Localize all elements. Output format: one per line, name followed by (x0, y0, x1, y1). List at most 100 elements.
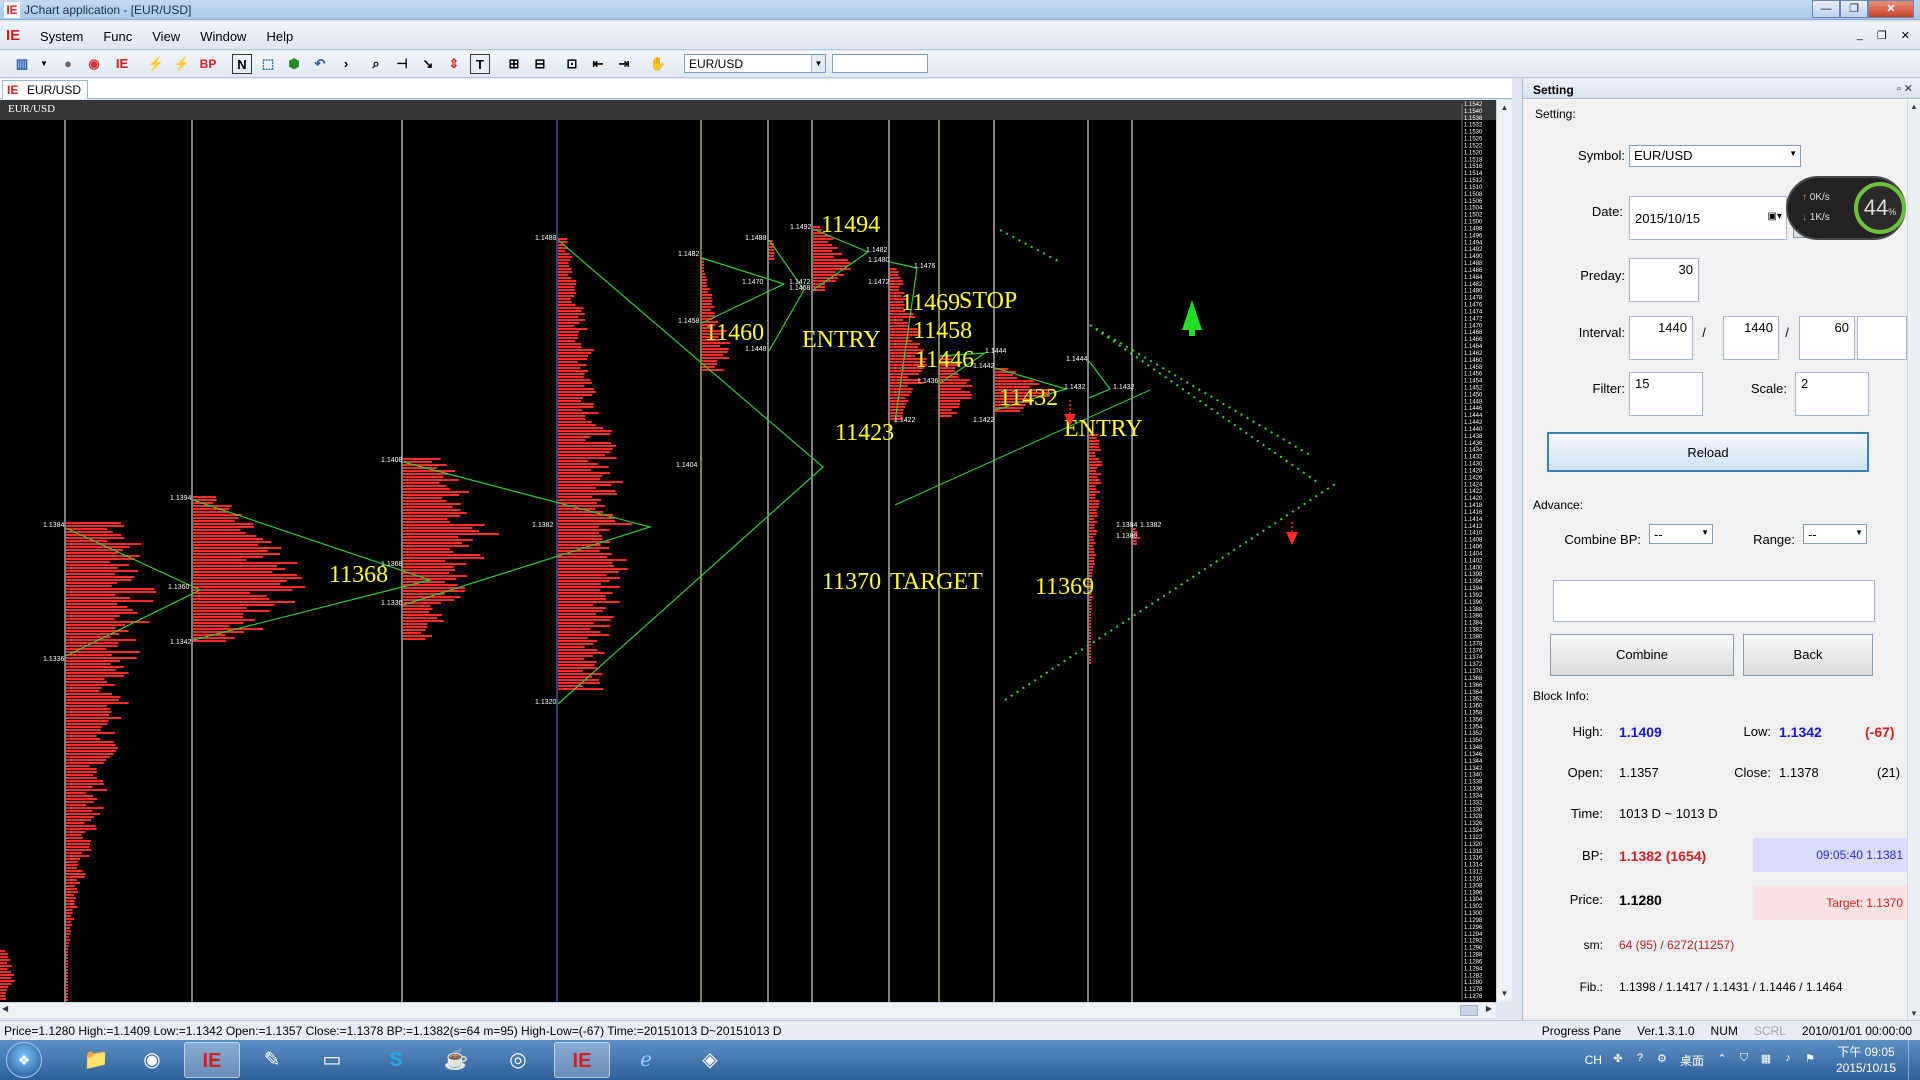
close-button[interactable]: ✕ (1868, 0, 1914, 18)
interval-field-1[interactable]: 1440 (1629, 316, 1693, 360)
chevron-down-icon[interactable]: ▼ (1789, 149, 1797, 158)
scroll-up-icon[interactable]: ▲ (1910, 102, 1918, 111)
interval-field-3[interactable]: 60 (1799, 316, 1855, 360)
menu-help[interactable]: Help (256, 29, 303, 44)
dropdown-arrow-icon[interactable]: ▼ (34, 54, 54, 74)
volume-icon[interactable]: ♪ (1780, 1052, 1796, 1068)
flag-icon[interactable]: ⚑ (1802, 1052, 1818, 1068)
hand-icon[interactable]: ✋ (648, 54, 668, 74)
hline-icon[interactable]: ⊣ (392, 54, 412, 74)
lightning-red-icon[interactable]: ⚡ (172, 54, 192, 74)
start-button[interactable]: ❖ (6, 1042, 42, 1078)
interval-field-2[interactable]: 1440 (1723, 316, 1779, 360)
select-icon[interactable]: ⬚ (258, 54, 278, 74)
cube-icon[interactable]: ⬢ (284, 54, 304, 74)
date-field[interactable]: 2015/10/15 ▣▾ (1629, 196, 1787, 240)
n-button[interactable]: N (232, 54, 252, 74)
menu-func[interactable]: Func (93, 29, 142, 44)
profile-bar (66, 789, 108, 791)
profile-bar (66, 939, 71, 941)
scroll-right-icon[interactable]: ⇥ (614, 54, 634, 74)
chevron-down-icon[interactable]: ▼ (811, 55, 825, 72)
toolbar-input[interactable] (832, 54, 928, 73)
app-logo-icon[interactable]: IE (112, 54, 132, 74)
cursor-icon[interactable]: › (336, 54, 356, 74)
tab-eurusd[interactable]: IE EUR/USD (2, 80, 89, 99)
taskbar-console-icon[interactable]: ▭ (304, 1042, 360, 1078)
scroll-left-icon[interactable]: ⇤ (588, 54, 608, 74)
chart-area[interactable]: EUR/USD 1.1384 1.1360 1.1336 1.1394 1.1342 1.… (0, 100, 1496, 1002)
setting-panel-scrollbar[interactable]: ▲ ▼ (1907, 100, 1920, 1020)
updown-icon[interactable]: ⇕ (444, 54, 464, 74)
text-tool-button[interactable]: T (470, 54, 490, 74)
restore-button[interactable]: ❐ (1840, 0, 1868, 18)
zoom-in-icon[interactable]: ⊞ (504, 54, 524, 74)
profile-bar (702, 369, 724, 371)
filter-field[interactable]: 15 (1629, 372, 1703, 416)
taskbar-folder-icon[interactable]: 📁 (68, 1042, 124, 1078)
network-speed-widget[interactable]: ↑ 0K/s ↓ 1K/s 44% (1786, 176, 1906, 240)
zoom-out-icon[interactable]: ⊟ (530, 54, 550, 74)
scroll-up-icon[interactable]: ▲ (1497, 100, 1512, 116)
undo-icon[interactable]: ↶ (310, 54, 330, 74)
scroll-thumb[interactable] (1460, 1005, 1478, 1016)
market-profile-chart[interactable]: 1.1384 1.1360 1.1336 1.1394 1.1342 1.1408 1.13… (0, 100, 1496, 1002)
mdi-close-button[interactable]: ✕ (1901, 29, 1910, 42)
scroll-down-icon[interactable]: ▼ (1497, 986, 1512, 1002)
chevron-up-icon[interactable]: ⌃ (1714, 1052, 1730, 1068)
chart-vertical-scrollbar[interactable]: ▲ ▼ (1496, 100, 1512, 1002)
taskbar-app-icon[interactable]: ◎ (490, 1042, 546, 1078)
network-icon[interactable]: ▦ (1758, 1052, 1774, 1068)
reload-button[interactable]: Reload (1547, 432, 1869, 472)
range-select[interactable]: -- ▼ (1803, 524, 1867, 544)
mdi-minimize-button[interactable]: _ (1857, 29, 1863, 42)
back-button[interactable]: Back (1743, 634, 1873, 676)
menu-view[interactable]: View (142, 29, 190, 44)
symbol-select[interactable]: EUR/USD ▼ (1629, 145, 1801, 167)
help-icon[interactable]: ? (1632, 1052, 1648, 1068)
taskbar-media-icon[interactable]: ◈ (682, 1042, 738, 1078)
show-desktop-button[interactable] (1908, 1040, 1920, 1080)
ime-icon[interactable]: ✤ (1610, 1052, 1626, 1068)
lightning-icon[interactable]: ⚡ (146, 54, 166, 74)
interval-field-4[interactable] (1857, 316, 1907, 360)
clock[interactable]: 下午 09:05 2015/10/15 (1828, 1044, 1904, 1076)
app-menu-icon[interactable]: IE (6, 27, 24, 45)
combine-button[interactable]: Combine (1550, 634, 1734, 676)
taskbar-chrome-icon[interactable]: ◉ (124, 1042, 180, 1078)
panel-window-buttons[interactable]: ▫ ✕ (1897, 82, 1913, 95)
scroll-down-icon[interactable]: ▼ (1910, 1009, 1918, 1018)
menu-window[interactable]: Window (190, 29, 256, 44)
shield-icon[interactable]: ⛉ (1736, 1052, 1752, 1068)
preday-field[interactable]: 30 (1629, 258, 1699, 302)
chart-type-icon[interactable]: ▥ (12, 54, 32, 74)
scale-field[interactable]: 2 (1795, 372, 1869, 416)
taskbar-jchart-icon[interactable]: IE (184, 1042, 240, 1078)
combine-input[interactable] (1553, 580, 1875, 622)
taskbar-jchart-2-icon[interactable]: IE (554, 1042, 610, 1078)
bp-button[interactable]: BP (198, 54, 218, 74)
taskbar-notepad-icon[interactable]: ✎ (244, 1042, 300, 1078)
combine-bp-select[interactable]: -- ▼ (1649, 524, 1713, 544)
toolbar-symbol-select[interactable]: EUR/USD ▼ (684, 54, 826, 73)
taskbar-java-icon[interactable]: ☕ (428, 1042, 484, 1078)
scroll-left-arrow-icon[interactable]: ◀ (2, 1004, 8, 1013)
menu-system[interactable]: System (30, 29, 93, 44)
stop-icon[interactable]: ◉ (84, 54, 104, 74)
taskbar-ie-icon[interactable]: ℯ (618, 1042, 674, 1078)
record-icon[interactable]: ● (58, 54, 78, 74)
chevron-down-icon[interactable]: ▼ (1701, 528, 1709, 537)
taskbar-skype-icon[interactable]: S (368, 1042, 424, 1078)
minimize-button[interactable]: — (1812, 0, 1840, 18)
scroll-right-arrow-icon[interactable]: ▶ (1486, 1004, 1492, 1013)
fit-icon[interactable]: ⊡ (562, 54, 582, 74)
chevron-down-icon[interactable]: ▼ (1855, 528, 1863, 537)
trendline-icon[interactable]: ↘ (418, 54, 438, 74)
calendar-icon[interactable]: ▣▾ (1768, 211, 1782, 222)
desktop-label[interactable]: 桌面 (1680, 1052, 1704, 1069)
zoom-icon[interactable]: ⌕ (366, 54, 386, 74)
language-indicator[interactable]: CH (1585, 1053, 1602, 1067)
settings-icon[interactable]: ⚙ (1654, 1052, 1670, 1068)
mdi-restore-button[interactable]: ❐ (1877, 29, 1887, 42)
chart-horizontal-scrollbar[interactable]: ◀ ▶ (0, 1002, 1496, 1018)
